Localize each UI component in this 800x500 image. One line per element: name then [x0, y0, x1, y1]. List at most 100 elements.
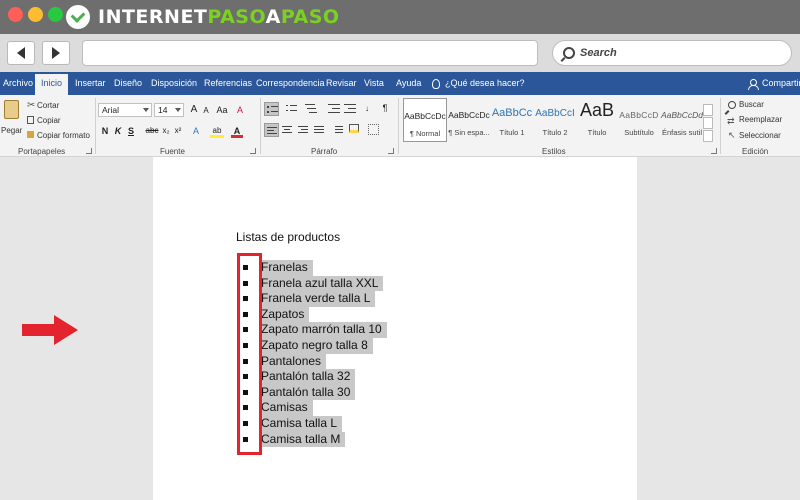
borders-icon[interactable]	[368, 124, 379, 135]
style-sin-espaciado[interactable]: AaBbCcDc ¶ Sin espa...	[447, 98, 491, 142]
clipboard-group-label: Portapapeles	[18, 147, 66, 156]
underline-button[interactable]: S	[126, 124, 136, 138]
red-arrow-icon	[22, 315, 78, 345]
address-bar[interactable]	[82, 40, 538, 66]
style-titulo[interactable]: AaB Título	[575, 98, 619, 142]
list-item[interactable]: Franela azul talla XXL	[243, 275, 543, 292]
copy-button[interactable]: Copiar	[37, 116, 61, 125]
list-item[interactable]: Pantalón talla 32	[243, 369, 543, 385]
shrink-font-button[interactable]: A	[201, 104, 211, 118]
format-painter-button[interactable]: Copiar formato	[37, 131, 90, 140]
highlight-color-button[interactable]: ab	[210, 124, 224, 138]
document-canvas: Listas de productos Franelas Franela azu…	[0, 157, 800, 500]
style-subtitulo[interactable]: AaBbCcD Subtítulo	[617, 98, 661, 142]
decrease-indent-button[interactable]	[327, 102, 342, 116]
list-item[interactable]: Franelas	[243, 260, 543, 276]
font-size-select[interactable]: 14	[154, 103, 184, 117]
lightbulb-icon	[432, 78, 440, 89]
font-name-select[interactable]: Arial	[98, 103, 152, 117]
maximize-window-button[interactable]	[48, 7, 63, 22]
tab-insertar[interactable]: Insertar	[75, 72, 106, 95]
tab-correspondencia[interactable]: Correspondencia	[256, 72, 325, 95]
select-button[interactable]: Seleccionar	[739, 131, 781, 140]
style-titulo-1[interactable]: AaBbCc Título 1	[490, 98, 534, 142]
text-effects-button[interactable]: A	[190, 124, 202, 138]
bullets-button[interactable]	[264, 102, 279, 116]
scissors-icon: ✂	[27, 100, 36, 111]
list-item[interactable]: Pantalón talla 30	[243, 384, 543, 401]
cut-button[interactable]: Cortar	[37, 101, 59, 110]
share-button[interactable]: Compartir	[748, 72, 800, 95]
paste-button[interactable]: Pegar	[1, 99, 23, 139]
justify-button[interactable]	[312, 123, 327, 137]
tab-revisar[interactable]: Revisar	[326, 72, 357, 95]
numbering-button[interactable]	[284, 102, 299, 116]
strikethrough-button[interactable]: abc	[145, 124, 159, 138]
ribbon-divider	[95, 98, 96, 154]
clear-format-button[interactable]: A	[234, 103, 246, 117]
styles-scroll-down[interactable]	[703, 117, 713, 129]
multilevel-list-button[interactable]	[304, 102, 319, 116]
find-button[interactable]: Buscar	[739, 100, 764, 109]
font-launcher-icon[interactable]	[250, 148, 256, 154]
shading-icon[interactable]	[349, 124, 359, 133]
list-item[interactable]: Franela verde talla L	[243, 291, 543, 307]
list-item[interactable]: Zapato marrón talla 10	[243, 322, 543, 338]
site-logo-text: INTERNETPASOAPASO	[98, 6, 340, 28]
close-window-button[interactable]	[8, 7, 23, 22]
style-enfasis-sutil[interactable]: AaBbCcDd Énfasis sutil	[660, 98, 704, 142]
change-case-button[interactable]: Aa	[214, 103, 230, 117]
tab-referencias[interactable]: Referencias	[204, 72, 252, 95]
document-page[interactable]: Listas de productos Franelas Franela azu…	[153, 157, 637, 500]
list-item[interactable]: Pantalones	[243, 353, 543, 370]
tab-archivo[interactable]: Archivo	[3, 72, 33, 95]
list-item[interactable]: Camisas	[243, 400, 543, 416]
list-item[interactable]: Zapato negro talla 8	[243, 338, 543, 354]
styles-launcher-icon[interactable]	[711, 148, 717, 154]
ribbon-home: Pegar ✂ Cortar Copiar Copiar formato Por…	[0, 95, 800, 157]
align-right-button[interactable]	[296, 123, 311, 137]
font-color-button[interactable]: A	[231, 124, 243, 138]
paste-label: Pegar	[1, 126, 23, 135]
tab-inicio[interactable]: Inicio	[35, 72, 69, 95]
tab-disposicion[interactable]: Disposición	[151, 72, 197, 95]
align-left-button[interactable]	[264, 123, 279, 137]
style-titulo-2[interactable]: AaBbCcI Título 2	[533, 98, 577, 142]
format-painter-icon	[27, 131, 34, 138]
styles-scroll-up[interactable]	[703, 104, 713, 116]
list-item[interactable]: Camisa talla M	[243, 431, 543, 448]
increase-indent-button[interactable]	[343, 102, 358, 116]
forward-button[interactable]	[42, 41, 70, 65]
subscript-button[interactable]: x₂	[161, 124, 171, 138]
italic-button[interactable]: K	[113, 124, 123, 138]
replace-button[interactable]: Reemplazar	[739, 115, 782, 124]
show-formatting-button[interactable]: ¶	[380, 101, 390, 115]
minimize-window-button[interactable]	[28, 7, 43, 22]
back-arrow-icon	[17, 47, 25, 59]
align-center-button[interactable]	[280, 123, 295, 137]
search-bar[interactable]: Search	[552, 40, 792, 66]
tell-me-search[interactable]: ¿Qué desea hacer?	[432, 72, 525, 95]
find-icon	[728, 101, 736, 109]
select-icon: ↖	[728, 130, 736, 140]
styles-more[interactable]	[703, 130, 713, 142]
back-button[interactable]	[7, 41, 35, 65]
copy-icon	[27, 116, 34, 124]
tab-diseno[interactable]: Diseño	[114, 72, 142, 95]
site-logo: INTERNETPASOAPASO	[66, 5, 340, 29]
style-normal[interactable]: AaBbCcDc ¶ Normal	[403, 98, 447, 142]
tab-vista[interactable]: Vista	[364, 72, 384, 95]
ribbon-divider	[260, 98, 261, 154]
list-item[interactable]: Zapatos	[243, 306, 543, 323]
sort-button[interactable]: ↓	[361, 102, 373, 116]
grow-font-button[interactable]: A	[188, 103, 200, 117]
list-item[interactable]: Camisa talla L	[243, 416, 543, 432]
forward-arrow-icon	[52, 47, 60, 59]
clipboard-launcher-icon[interactable]	[86, 148, 92, 154]
clipboard-icon	[4, 100, 19, 119]
line-spacing-button[interactable]	[330, 123, 345, 137]
superscript-button[interactable]: x²	[173, 124, 183, 138]
paragraph-launcher-icon[interactable]	[388, 148, 394, 154]
bold-button[interactable]: N	[100, 124, 110, 138]
tab-ayuda[interactable]: Ayuda	[396, 72, 421, 95]
